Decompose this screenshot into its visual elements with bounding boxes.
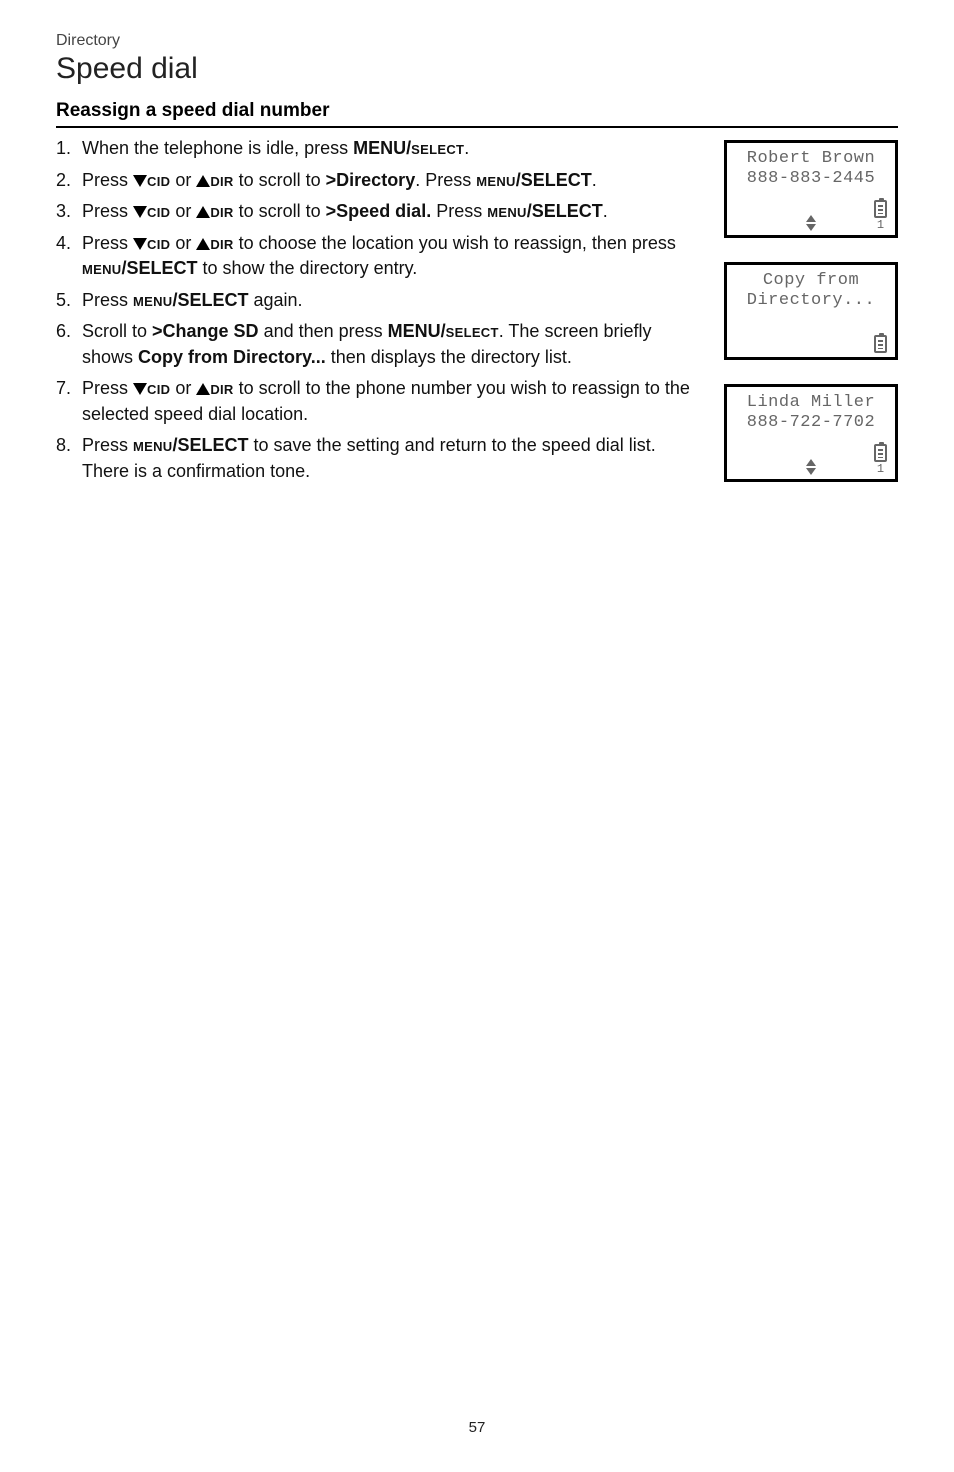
step-3-cid: CID <box>147 201 170 221</box>
step-5-menu: MENU <box>133 290 172 310</box>
down-triangle-icon <box>133 206 147 218</box>
step-3-target: >Speed dial. <box>326 201 432 221</box>
down-triangle-icon <box>133 175 147 187</box>
step-3: Press CID or DIR to scroll to >Speed dia… <box>56 199 706 225</box>
step-6: Scroll to >Change SD and then press MENU… <box>56 319 706 370</box>
step-2-dot: . <box>592 170 597 190</box>
step-6-d: then displays the directory list. <box>326 347 572 367</box>
page-number: 57 <box>0 1419 954 1436</box>
step-2: Press CID or DIR to scroll to >Directory… <box>56 168 706 194</box>
lcd3-index: 1 <box>877 463 884 475</box>
step-4-a: to choose the location you wish to reass… <box>234 233 676 253</box>
step-6-target: >Change SD <box>152 321 259 341</box>
lcd3-line2: 888-722-7702 <box>735 413 887 433</box>
step-3-select: /SELECT <box>527 201 603 221</box>
step-3-press: Press <box>82 201 133 221</box>
step-4-select: /SELECT <box>121 258 197 278</box>
step-5-press: Press <box>82 290 133 310</box>
lcd-screen-3: Linda Miller 888-722-7702 1 <box>724 384 898 482</box>
step-2-press2: . Press <box>415 170 476 190</box>
battery-icon <box>874 444 887 462</box>
step-2-target: >Directory <box>326 170 416 190</box>
step-3-or: or <box>170 201 196 221</box>
step-7-press: Press <box>82 378 133 398</box>
lcd1-updown-icon <box>806 215 816 231</box>
step-1-menu: MENU/ <box>353 138 411 158</box>
step-2-dir: DIR <box>210 170 233 190</box>
step-4-menu: MENU <box>82 258 121 278</box>
step-1-dot: . <box>464 138 469 158</box>
down-triangle-icon <box>133 383 147 395</box>
step-6-b: and then press <box>259 321 388 341</box>
lcd-screen-2: Copy from Directory... <box>724 262 898 360</box>
step-6-select: SELECT <box>446 321 499 341</box>
step-3-dot: . <box>603 201 608 221</box>
step-6-a: Scroll to <box>82 321 152 341</box>
steps-column: When the telephone is idle, press MENU/S… <box>56 136 706 491</box>
step-1-text-a: When the telephone is idle, press <box>82 138 353 158</box>
lcd1-line2: 888-883-2445 <box>735 169 887 189</box>
step-7-dir: DIR <box>210 378 233 398</box>
mini-up-icon <box>806 215 816 222</box>
down-triangle-icon <box>133 238 147 250</box>
step-7: Press CID or DIR to scroll to the phone … <box>56 376 706 427</box>
step-3-press2: Press <box>431 201 487 221</box>
step-2-select: /SELECT <box>516 170 592 190</box>
step-3-menu: MENU <box>487 201 526 221</box>
step-3-scroll: to scroll to <box>234 201 326 221</box>
up-triangle-icon <box>196 175 210 187</box>
step-4-press: Press <box>82 233 133 253</box>
step-2-scroll: to scroll to <box>234 170 326 190</box>
step-2-menu: MENU <box>476 170 515 190</box>
page-title: Speed dial <box>56 52 898 86</box>
step-8-select: /SELECT <box>173 435 249 455</box>
lcd-screen-1: Robert Brown 888-883-2445 1 <box>724 140 898 238</box>
step-4-or: or <box>170 233 196 253</box>
mini-down-icon <box>806 224 816 231</box>
screens-column: Robert Brown 888-883-2445 1 Copy from Di… <box>724 136 898 491</box>
step-4-dir: DIR <box>210 233 233 253</box>
step-5-a: again. <box>249 290 303 310</box>
step-3-dir: DIR <box>210 201 233 221</box>
lcd1-line1: Robert Brown <box>735 149 887 169</box>
step-8: Press MENU/SELECT to save the setting an… <box>56 433 706 484</box>
step-8-menu: MENU <box>133 435 172 455</box>
step-4-b: to show the directory entry. <box>198 258 418 278</box>
step-6-menu: MENU/ <box>388 321 446 341</box>
lcd1-index: 1 <box>877 219 884 231</box>
mini-down-icon <box>806 468 816 475</box>
up-triangle-icon <box>196 383 210 395</box>
section-title: Reassign a speed dial number <box>56 100 898 128</box>
step-5: Press MENU/SELECT again. <box>56 288 706 314</box>
lcd2-line2: Directory... <box>735 291 887 311</box>
step-5-select: /SELECT <box>173 290 249 310</box>
battery-icon <box>874 200 887 218</box>
breadcrumb: Directory <box>56 32 898 50</box>
step-1-select: SELECT <box>411 138 464 158</box>
step-1: When the telephone is idle, press MENU/S… <box>56 136 706 162</box>
step-2-cid: CID <box>147 170 170 190</box>
battery-icon <box>874 335 887 353</box>
step-2-press: Press <box>82 170 133 190</box>
step-2-or: or <box>170 170 196 190</box>
step-4-cid: CID <box>147 233 170 253</box>
step-8-press: Press <box>82 435 133 455</box>
step-7-cid: CID <box>147 378 170 398</box>
lcd2-line1: Copy from <box>735 271 887 291</box>
mini-up-icon <box>806 459 816 466</box>
step-7-or: or <box>170 378 196 398</box>
step-4: Press CID or DIR to choose the location … <box>56 231 706 282</box>
lcd3-line1: Linda Miller <box>735 393 887 413</box>
step-6-copy: Copy from Directory... <box>138 347 326 367</box>
up-triangle-icon <box>196 206 210 218</box>
up-triangle-icon <box>196 238 210 250</box>
lcd3-updown-icon <box>806 459 816 475</box>
